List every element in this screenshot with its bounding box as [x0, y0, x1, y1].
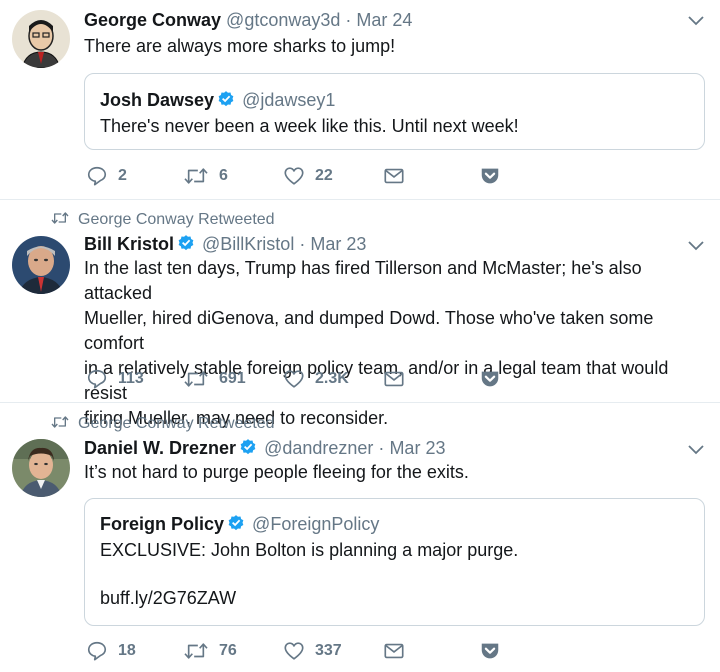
tweet-actions: 2 6 22 [86, 164, 506, 188]
retweeted-by-label[interactable]: George Conway Retweeted [78, 415, 275, 432]
avatar[interactable] [12, 236, 70, 294]
retweet-count: 691 [219, 370, 246, 387]
tweet[interactable]: George Conway Retweeted Bill Kristol @Bi… [0, 200, 720, 428]
quoted-tweet-header: Josh Dawsey @jdawsey1 [100, 89, 335, 111]
tweet-header: Daniel W. Drezner @dandrezner · Mar 23 [84, 437, 445, 459]
save-to-pocket-button[interactable] [479, 639, 501, 663]
reply-button[interactable]: 18 [86, 639, 136, 663]
reply-icon [87, 369, 107, 389]
direct-message-button[interactable] [383, 639, 405, 663]
heart-icon [284, 167, 304, 185]
heart-icon [284, 642, 304, 660]
separator: · [299, 234, 306, 254]
verified-badge-icon [178, 235, 194, 251]
reply-count: 18 [118, 642, 136, 659]
tweet-header: George Conway @gtconway3d · Mar 24 [84, 9, 412, 31]
quoted-author-handle: @ForeignPolicy [252, 514, 380, 534]
quoted-author-name: Josh Dawsey [100, 90, 215, 110]
retweet-icon [184, 371, 208, 387]
reply-icon [87, 166, 107, 186]
like-button[interactable]: 22 [283, 164, 333, 188]
tweet-header: Bill Kristol @BillKristol · Mar 23 [84, 233, 366, 255]
quoted-tweet-text: EXCLUSIVE: John Bolton is planning a maj… [100, 540, 519, 560]
tweet-actions: 113 691 2.3K [86, 367, 506, 391]
chevron-down-icon[interactable] [688, 445, 704, 455]
tweet-text-line: Mueller, hired diGenova, and dumped Dowd… [84, 308, 654, 353]
pocket-icon [481, 643, 499, 659]
verified-badge-icon [228, 515, 244, 531]
author-handle[interactable]: @gtconway3d [226, 10, 340, 30]
author-name[interactable]: Daniel W. Drezner [84, 438, 236, 458]
author-name[interactable]: Bill Kristol [84, 234, 174, 254]
tweet-text: There are always more sharks to jump! [84, 36, 396, 56]
pocket-icon [481, 168, 499, 184]
like-count: 337 [315, 642, 342, 659]
save-to-pocket-button[interactable] [479, 367, 501, 391]
quoted-tweet[interactable]: Josh Dawsey @jdawsey1 There's never been… [84, 73, 705, 150]
quoted-author-name: Foreign Policy [100, 514, 225, 534]
quoted-tweet-link[interactable]: buff.ly/2G76ZAW [100, 586, 236, 610]
verified-badge-icon [218, 91, 234, 107]
envelope-icon [384, 168, 404, 184]
retweet-icon [184, 168, 208, 184]
retweet-button[interactable]: 76 [183, 639, 237, 663]
retweet-count: 6 [219, 167, 228, 184]
retweet-icon [51, 212, 69, 224]
chevron-down-icon[interactable] [688, 241, 704, 251]
tweet-date[interactable]: Mar 23 [310, 234, 366, 254]
like-button[interactable]: 2.3K [283, 367, 349, 391]
retweet-icon [184, 643, 208, 659]
envelope-icon [384, 371, 404, 387]
like-count: 22 [315, 167, 333, 184]
author-name[interactable]: George Conway [84, 10, 221, 30]
envelope-icon [384, 643, 404, 659]
like-button[interactable]: 337 [283, 639, 342, 663]
tweet[interactable]: George Conway @gtconway3d · Mar 24 There… [0, 0, 720, 200]
tweet[interactable]: George Conway Retweeted Daniel W. Drezne… [0, 403, 720, 672]
reply-icon [87, 641, 107, 661]
retweeted-by: George Conway Retweeted [50, 414, 275, 434]
direct-message-button[interactable] [383, 367, 405, 391]
reply-button[interactable]: 2 [86, 164, 127, 188]
tweet-date[interactable]: Mar 23 [389, 438, 445, 458]
retweet-icon [51, 416, 69, 428]
author-handle[interactable]: @BillKristol [202, 234, 294, 254]
quoted-tweet-text: There's never been a week like this. Unt… [100, 116, 519, 136]
retweeted-by: George Conway Retweeted [50, 210, 275, 230]
retweet-count: 76 [219, 642, 237, 659]
quoted-tweet-header: Foreign Policy @ForeignPolicy [100, 513, 379, 535]
direct-message-button[interactable] [383, 164, 405, 188]
quoted-tweet[interactable]: Foreign Policy @ForeignPolicy EXCLUSIVE:… [84, 498, 705, 626]
retweet-button[interactable]: 6 [183, 164, 228, 188]
author-handle[interactable]: @dandrezner [264, 438, 373, 458]
verified-badge-icon [240, 439, 256, 455]
avatar[interactable] [12, 10, 70, 68]
separator: · [378, 438, 385, 458]
like-count: 2.3K [315, 370, 349, 387]
tweet-text: It’s not hard to purge people fleeing fo… [84, 462, 469, 482]
save-to-pocket-button[interactable] [479, 164, 501, 188]
retweeted-by-label[interactable]: George Conway Retweeted [78, 211, 275, 228]
avatar[interactable] [12, 439, 70, 497]
separator: · [345, 10, 352, 30]
tweet-text-line: In the last ten days, Trump has fired Ti… [84, 258, 642, 303]
tweet-date[interactable]: Mar 24 [356, 10, 412, 30]
quoted-author-handle: @jdawsey1 [242, 90, 336, 110]
pocket-icon [481, 371, 499, 387]
reply-button[interactable]: 113 [86, 367, 144, 391]
heart-icon [284, 370, 304, 388]
retweet-button[interactable]: 691 [183, 367, 246, 391]
reply-count: 2 [118, 167, 127, 184]
chevron-down-icon[interactable] [688, 16, 704, 26]
reply-count: 113 [118, 370, 144, 387]
tweet-actions: 18 76 337 [86, 639, 506, 663]
